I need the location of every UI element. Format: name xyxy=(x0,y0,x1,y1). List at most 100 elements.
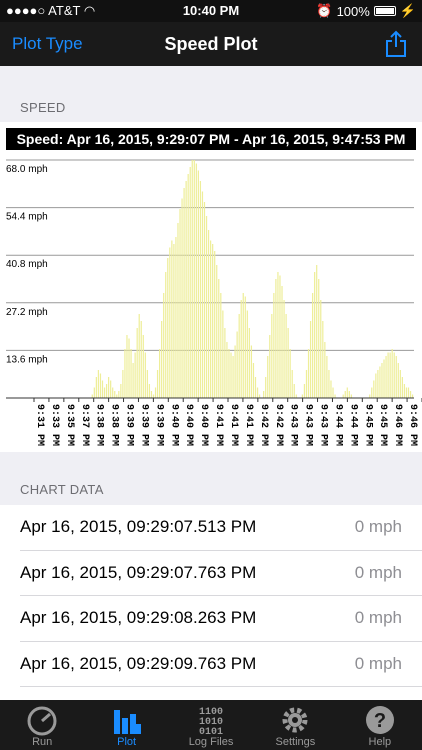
speed-bar xyxy=(381,363,383,398)
speed-bar xyxy=(324,342,326,398)
row-value: 0 mph xyxy=(354,653,402,673)
list-item[interactable]: Apr 16, 2015, 09:29:07.513 PM 0 mph xyxy=(20,505,422,551)
tab-plot[interactable]: Plot xyxy=(84,700,168,750)
speed-bar xyxy=(112,387,114,398)
speed-bar xyxy=(205,216,208,398)
speed-bar xyxy=(248,328,250,398)
row-time: Apr 16, 2015, 09:29:08.263 PM xyxy=(20,608,257,627)
speed-bar xyxy=(258,394,261,398)
speed-bar xyxy=(307,349,310,398)
speed-bar xyxy=(281,286,283,398)
speed-bar xyxy=(287,328,289,398)
speed-bar xyxy=(328,370,330,398)
speed-bar xyxy=(212,244,214,398)
speed-bar xyxy=(226,342,228,398)
x-tick-label: 9:42 PM xyxy=(273,404,284,446)
speed-bar xyxy=(385,356,387,398)
x-tick-label: 9:39 PM xyxy=(124,404,135,446)
speed-bar xyxy=(193,160,195,398)
speed-bar xyxy=(136,328,138,398)
speed-bar xyxy=(175,237,177,398)
speed-bar xyxy=(210,240,212,398)
speed-bar xyxy=(165,272,167,398)
x-tick-label: 9:45 PM xyxy=(362,404,373,446)
speed-bar xyxy=(373,380,375,398)
speed-bar xyxy=(148,384,151,398)
speed-bar xyxy=(318,279,320,398)
svg-text:0101: 0101 xyxy=(199,727,223,736)
speed-bar xyxy=(120,384,122,398)
speed-bar xyxy=(252,363,255,398)
y-tick-label: 54.4 mph xyxy=(6,212,48,223)
speed-bar xyxy=(181,198,183,398)
speed-bar xyxy=(301,394,304,398)
speed-bar xyxy=(105,384,108,398)
y-tick-label: 68.0 mph xyxy=(6,164,48,175)
speed-bar xyxy=(397,363,399,398)
speed-bar xyxy=(309,321,312,398)
speed-bar xyxy=(207,230,210,398)
speed-bar xyxy=(185,181,187,398)
list-item[interactable]: Apr 16, 2015, 09:29:09.763 PM 0 mph xyxy=(20,642,422,687)
speed-bar xyxy=(173,244,175,398)
speed-bar xyxy=(375,373,377,398)
x-tick-label: 9:46 PM xyxy=(407,404,418,446)
speed-bar xyxy=(320,300,322,398)
speed-bar xyxy=(183,188,185,398)
x-tick-label: 9:42 PM xyxy=(258,404,269,446)
tab-settings[interactable]: Settings xyxy=(253,700,337,750)
tab-label: Run xyxy=(32,736,53,748)
nav-bar: Plot Type Speed Plot xyxy=(0,22,422,66)
tab-run[interactable]: Run xyxy=(0,700,84,750)
speed-bar xyxy=(250,345,253,398)
share-icon[interactable] xyxy=(384,30,408,58)
x-tick-label: 9:40 PM xyxy=(198,404,209,446)
speed-bar xyxy=(409,391,412,398)
speed-bar xyxy=(114,391,116,398)
speed-bar xyxy=(201,191,204,398)
bar-chart-icon xyxy=(113,710,141,734)
page-title: Speed Plot xyxy=(164,34,258,54)
speed-bar xyxy=(399,370,401,398)
x-tick-label: 9:41 PM xyxy=(228,404,239,446)
x-tick-label: 9:35 PM xyxy=(64,404,75,446)
speed-bar xyxy=(289,349,291,398)
speed-bar xyxy=(95,377,97,398)
speed-bar xyxy=(220,293,222,398)
speed-bar xyxy=(232,356,234,398)
speed-bar xyxy=(236,331,238,398)
speed-bar xyxy=(144,352,146,398)
speed-bar xyxy=(152,394,155,398)
speed-bar xyxy=(369,394,371,398)
speed-bar xyxy=(238,314,240,398)
speed-bar xyxy=(142,335,144,398)
speed-bar xyxy=(169,247,171,398)
speed-bar xyxy=(383,359,385,398)
speed-bar xyxy=(126,335,128,398)
speed-bar xyxy=(150,391,153,398)
status-bar: ●●●●○ AT&T ◠ 10:40 PM ⏰ 100% ⚡ xyxy=(0,0,422,22)
speed-bar xyxy=(108,377,110,398)
list-item[interactable]: Apr 16, 2015, 09:29:07.763 PM 0 mph xyxy=(20,551,422,596)
speed-bar xyxy=(161,321,163,398)
speed-bar xyxy=(218,279,220,398)
x-tick-label: 9:41 PM xyxy=(213,404,224,446)
x-tick-label: 9:44 PM xyxy=(347,404,358,446)
speed-bar xyxy=(203,202,206,398)
speed-bar xyxy=(216,265,218,398)
tab-help[interactable]: ? Help xyxy=(338,700,422,750)
list-item[interactable]: Apr 16, 2015, 09:29:08.263 PM 0 mph xyxy=(20,596,422,642)
speed-bar xyxy=(305,370,308,398)
speed-bar xyxy=(222,310,224,398)
speed-bar xyxy=(387,352,389,398)
speed-bar xyxy=(224,328,226,398)
charging-icon: ⚡ xyxy=(399,3,416,18)
x-tick-label: 9:46 PM xyxy=(392,404,403,446)
speed-bar xyxy=(140,321,142,398)
tab-log-files[interactable]: 1100 1010 0101 Log Files xyxy=(169,700,253,750)
speed-bar xyxy=(167,258,169,398)
row-time: Apr 16, 2015, 09:29:07.513 PM xyxy=(20,517,257,536)
x-tick-label: 9:39 PM xyxy=(138,404,149,446)
speed-bar xyxy=(393,352,395,398)
speed-bar xyxy=(134,352,136,398)
